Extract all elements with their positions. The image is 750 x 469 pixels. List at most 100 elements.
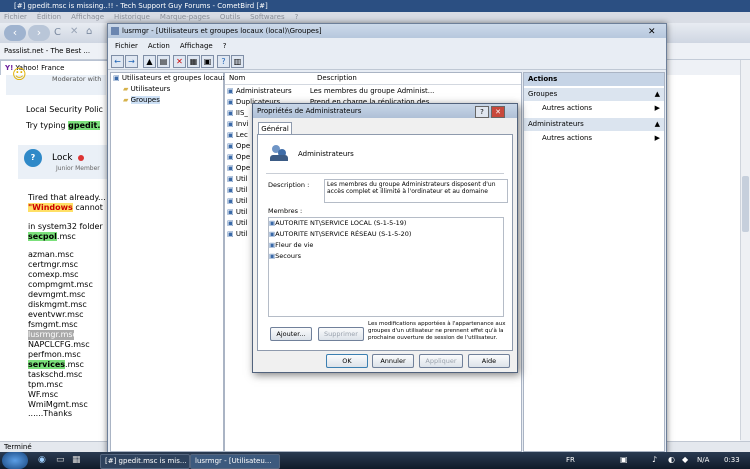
actions-groups-header[interactable]: Groupes ▲ <box>524 88 664 101</box>
task-lusrmgr[interactable]: lusrmgr - [Utilisateu... <box>190 454 280 469</box>
row-name: Util <box>235 219 248 227</box>
tree-root[interactable]: ▣ Utilisateurs et groupes locaux (lo <box>111 73 238 84</box>
scrollbar-thumb[interactable] <box>742 176 749 232</box>
volume-icon[interactable]: ♪ <box>652 455 657 464</box>
file-item: diskmgmt.msc <box>28 300 87 309</box>
na-indicator: N/A <box>697 456 710 464</box>
close-icon[interactable]: ✕ <box>648 25 656 39</box>
file-item: fsmgmt.msc <box>28 320 78 329</box>
browser-menu-bar: Fichier Édition Affichage Historique Marque-… <box>0 12 750 23</box>
export-icon[interactable]: ▣ <box>201 55 214 68</box>
more-actions-admins[interactable]: Autres actions ▶ <box>524 133 664 144</box>
add-button[interactable]: Ajouter... <box>270 327 312 341</box>
group-name-value: Administrateurs <box>298 150 354 158</box>
col-name[interactable]: Nom <box>229 74 245 82</box>
network-icon[interactable]: ▣ <box>620 455 628 464</box>
actions-admins-header[interactable]: Administrateurs ▲ <box>524 118 664 131</box>
chevron-right-icon: ▶ <box>654 134 660 142</box>
stop-icon[interactable]: ✕ <box>70 26 78 37</box>
member-item[interactable]: ▣AUTORITE NT\SERVICE RÉSEAU (S-1-5-20) <box>269 229 503 240</box>
author-name[interactable]: Lock <box>52 153 73 163</box>
back-icon[interactable]: ‹ <box>4 25 26 41</box>
tray-icon[interactable]: ◆ <box>682 455 688 464</box>
reload-icon[interactable]: C <box>54 27 61 38</box>
gpedit-highlight: gpedit. <box>68 121 101 130</box>
member-item[interactable]: ▣Secours <box>269 251 503 262</box>
cancel-button[interactable]: Annuler <box>372 354 414 368</box>
services-line: services.msc <box>28 360 93 370</box>
member-item[interactable]: ▣AUTORITE NT\SERVICE LOCAL (S-1-5-19) <box>269 218 503 229</box>
browser-title-bar: [#] gpedit.msc is missing..!! - Tech Sup… <box>0 0 750 12</box>
menu-softwares[interactable]: Softwares <box>250 13 285 21</box>
forward-icon[interactable]: › <box>28 25 50 41</box>
console-tree: ▣ Utilisateurs et groupes locaux (lo ▰ U… <box>110 72 238 452</box>
member-item[interactable]: ▣Fleur de vie <box>269 240 503 251</box>
col-description[interactable]: Description <box>317 74 357 82</box>
mmc-menu-action[interactable]: Action <box>148 42 170 50</box>
group-icon: ▣ <box>227 208 234 216</box>
show-tree-icon[interactable]: ▤ <box>157 55 170 68</box>
home-icon[interactable]: ⌂ <box>86 26 92 37</box>
description-label: Description : <box>268 181 310 189</box>
services-ext: .msc <box>65 360 84 369</box>
properties-icon[interactable]: ▦ <box>187 55 200 68</box>
author-rank: Junior Member <box>56 165 100 172</box>
dialog-title: Propriétés de Administrateurs <box>257 107 362 115</box>
menu-fichier[interactable]: Fichier <box>4 13 27 21</box>
page-scrollbar[interactable] <box>740 60 750 440</box>
task-browser[interactable]: [#] gpedit.msc is mis... <box>100 454 190 469</box>
mmc-menu-affichage[interactable]: Affichage <box>180 42 213 50</box>
local-policy-text: Local Security Polic <box>26 105 103 114</box>
mmc-pane-icon[interactable]: ▥ <box>231 55 244 68</box>
back-arrow-icon[interactable]: ← <box>111 55 124 68</box>
delete-icon[interactable]: ✕ <box>173 55 186 68</box>
smiley-icon: ☺ <box>12 67 27 83</box>
general-tab-panel: Administrateurs Description : Les membre… <box>257 134 513 351</box>
mmc-menu-fichier[interactable]: Fichier <box>115 42 138 50</box>
menu-affichage[interactable]: Affichage <box>71 13 104 21</box>
menu-marque-pages[interactable]: Marque-pages <box>160 13 210 21</box>
file-item: certmgr.msc <box>28 260 79 269</box>
tree-item-label: Groupes <box>130 96 160 104</box>
group-icon: ▣ <box>227 164 234 172</box>
language-indicator[interactable]: FR <box>566 456 575 464</box>
file-item: azman.msc <box>28 250 74 259</box>
group-large-icon <box>270 145 288 161</box>
actions-groups-label: Groupes <box>528 90 558 98</box>
bookmark-passlist[interactable]: Passlist.net - The Best ... <box>4 47 90 55</box>
menu-help[interactable]: ? <box>295 13 299 21</box>
more-actions-label: Autres actions <box>542 104 593 112</box>
show-desktop-icon[interactable]: ▭ <box>56 455 65 465</box>
try-prefix: Try typing <box>26 121 69 130</box>
start-button[interactable] <box>2 452 28 469</box>
secpol-line: secpol.msc <box>28 232 76 241</box>
list-header: Nom Description <box>225 73 521 85</box>
browser-quicklaunch-icon[interactable]: ◉ <box>38 455 46 465</box>
more-actions-groups[interactable]: Autres actions ▶ <box>524 103 664 114</box>
apply-button[interactable]: Appliquer <box>419 354 463 368</box>
row-name: IIS_ <box>235 109 248 117</box>
switch-windows-icon[interactable]: ▦ <box>72 455 81 465</box>
mmc-menu-help[interactable]: ? <box>223 42 227 50</box>
tired-text: Tired that already... <box>28 193 106 202</box>
forward-arrow-icon[interactable]: → <box>125 55 138 68</box>
windows-highlight: "Windows <box>28 203 73 212</box>
dialog-close-icon[interactable]: ✕ <box>491 106 505 118</box>
menu-historique[interactable]: Historique <box>114 13 150 21</box>
actions-pane: Actions Groupes ▲ Autres actions ▶ Adminis… <box>523 72 665 452</box>
remove-button[interactable]: Supprimer <box>318 327 364 341</box>
help-icon[interactable]: ? <box>217 55 230 68</box>
description-field[interactable]: Les membres du groupe Administrateurs di… <box>324 179 508 203</box>
menu-outils[interactable]: Outils <box>220 13 240 21</box>
ok-button[interactable]: OK <box>326 354 368 368</box>
help-button[interactable]: Aide <box>468 354 510 368</box>
clock[interactable]: 0:33 <box>724 456 740 464</box>
tree-item-groupes[interactable]: ▰ Groupes <box>111 95 223 106</box>
disk-icon[interactable]: ◐ <box>668 455 675 464</box>
menu-edition[interactable]: Édition <box>37 13 61 21</box>
tree-item-utilisateurs[interactable]: ▰ Utilisateurs <box>111 84 223 95</box>
up-folder-icon[interactable]: ▲ <box>143 55 156 68</box>
table-row[interactable]: ▣ Administrateurs Les membres du groupe A… <box>225 86 521 97</box>
dialog-help-icon[interactable]: ? <box>475 106 489 118</box>
member-label: AUTORITE NT\SERVICE RÉSEAU (S-1-5-20) <box>275 230 412 238</box>
